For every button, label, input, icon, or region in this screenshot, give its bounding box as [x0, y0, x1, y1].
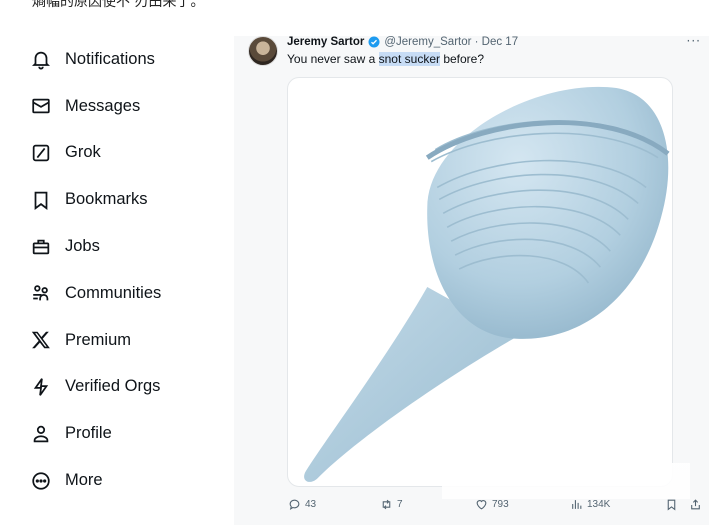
share-icon: [691, 499, 700, 510]
sidebar-item-label: Notifications: [65, 49, 155, 68]
sidebar-item-label: Verified Orgs: [65, 377, 161, 396]
x-logo-icon: [28, 327, 54, 353]
tweet-header: Jeremy Sartor @Jeremy_Sartor · Dec 17: [287, 36, 518, 48]
grok-icon: [28, 140, 54, 166]
bell-icon: [28, 46, 54, 72]
person-icon: [28, 421, 54, 447]
verified-badge-icon: [368, 36, 380, 48]
tweet-actions-bar: 43 7 793 134K: [234, 498, 709, 518]
briefcase-icon: [28, 234, 54, 260]
tweet-text-part: before?: [439, 52, 485, 66]
nasal-aspirator-image: [304, 86, 670, 482]
reply-count: 43: [305, 499, 317, 510]
bookmark-button[interactable]: [665, 498, 678, 511]
bookmark-icon: [28, 187, 54, 213]
blur-overlay: [442, 463, 690, 499]
sidebar-item-label: Bookmarks: [65, 190, 148, 209]
views-count: 134K: [587, 499, 611, 510]
sidebar-item-label: Grok: [65, 143, 101, 162]
author-handle[interactable]: @Jeremy_Sartor · Dec 17: [384, 36, 518, 48]
like-button[interactable]: 793: [475, 498, 509, 511]
sidebar-item-profile[interactable]: Profile: [26, 410, 226, 457]
sidebar-item-label: Jobs: [65, 237, 100, 256]
top-caption-text: 熵幅的原因使不 刃田来了。: [32, 0, 205, 10]
sidebar-item-notifications[interactable]: Notifications: [26, 36, 226, 83]
more-options-icon[interactable]: ···: [687, 34, 701, 48]
sidebar-item-label: Communities: [65, 283, 162, 302]
reply-button[interactable]: 43: [288, 498, 316, 511]
highlighted-text: snot sucker: [378, 52, 440, 66]
sidebar-item-label: Messages: [65, 96, 141, 115]
author-name[interactable]: Jeremy Sartor: [287, 36, 364, 48]
views-button[interactable]: 134K: [570, 498, 610, 511]
share-button[interactable]: [689, 498, 702, 511]
sidebar-item-label: Profile: [65, 424, 112, 443]
sidebar-item-premium[interactable]: Premium: [26, 317, 226, 364]
avatar[interactable]: [248, 36, 278, 66]
sidebar-item-jobs[interactable]: Jobs: [26, 223, 226, 270]
heart-icon: [476, 500, 487, 510]
retweet-button[interactable]: 7: [380, 498, 403, 511]
retweet-count: 7: [397, 499, 403, 510]
tweet-card[interactable]: Jeremy Sartor @Jeremy_Sartor · Dec 17 ··…: [234, 34, 709, 525]
sidebar-item-bookmarks[interactable]: Bookmarks: [26, 176, 226, 223]
retweet-icon: [382, 499, 391, 510]
reply-icon: [289, 499, 300, 511]
sidebar-item-communities[interactable]: Communities: [26, 270, 226, 317]
sidebar-nav: Notifications Messages Grok Bookmarks Jo…: [26, 36, 226, 504]
people-icon: [28, 280, 54, 306]
sidebar-item-label: More: [65, 471, 103, 490]
sidebar-item-grok[interactable]: Grok: [26, 130, 226, 177]
sidebar-item-verified-orgs[interactable]: Verified Orgs: [26, 364, 226, 411]
sidebar-item-label: Premium: [65, 330, 132, 349]
sidebar-item-more[interactable]: More: [26, 457, 226, 504]
sidebar-item-messages[interactable]: Messages: [26, 83, 226, 130]
tweet-media-image[interactable]: [287, 77, 673, 487]
like-count: 793: [492, 499, 509, 510]
envelope-icon: [28, 93, 54, 119]
views-chart-icon: [572, 500, 582, 509]
tweet-text: You never saw a snot sucker before?: [287, 52, 484, 66]
tweet-text-part: You never saw a: [287, 52, 379, 66]
more-circle-icon: [28, 468, 54, 494]
bookmark-icon: [667, 499, 676, 511]
lightning-icon: [28, 374, 54, 400]
